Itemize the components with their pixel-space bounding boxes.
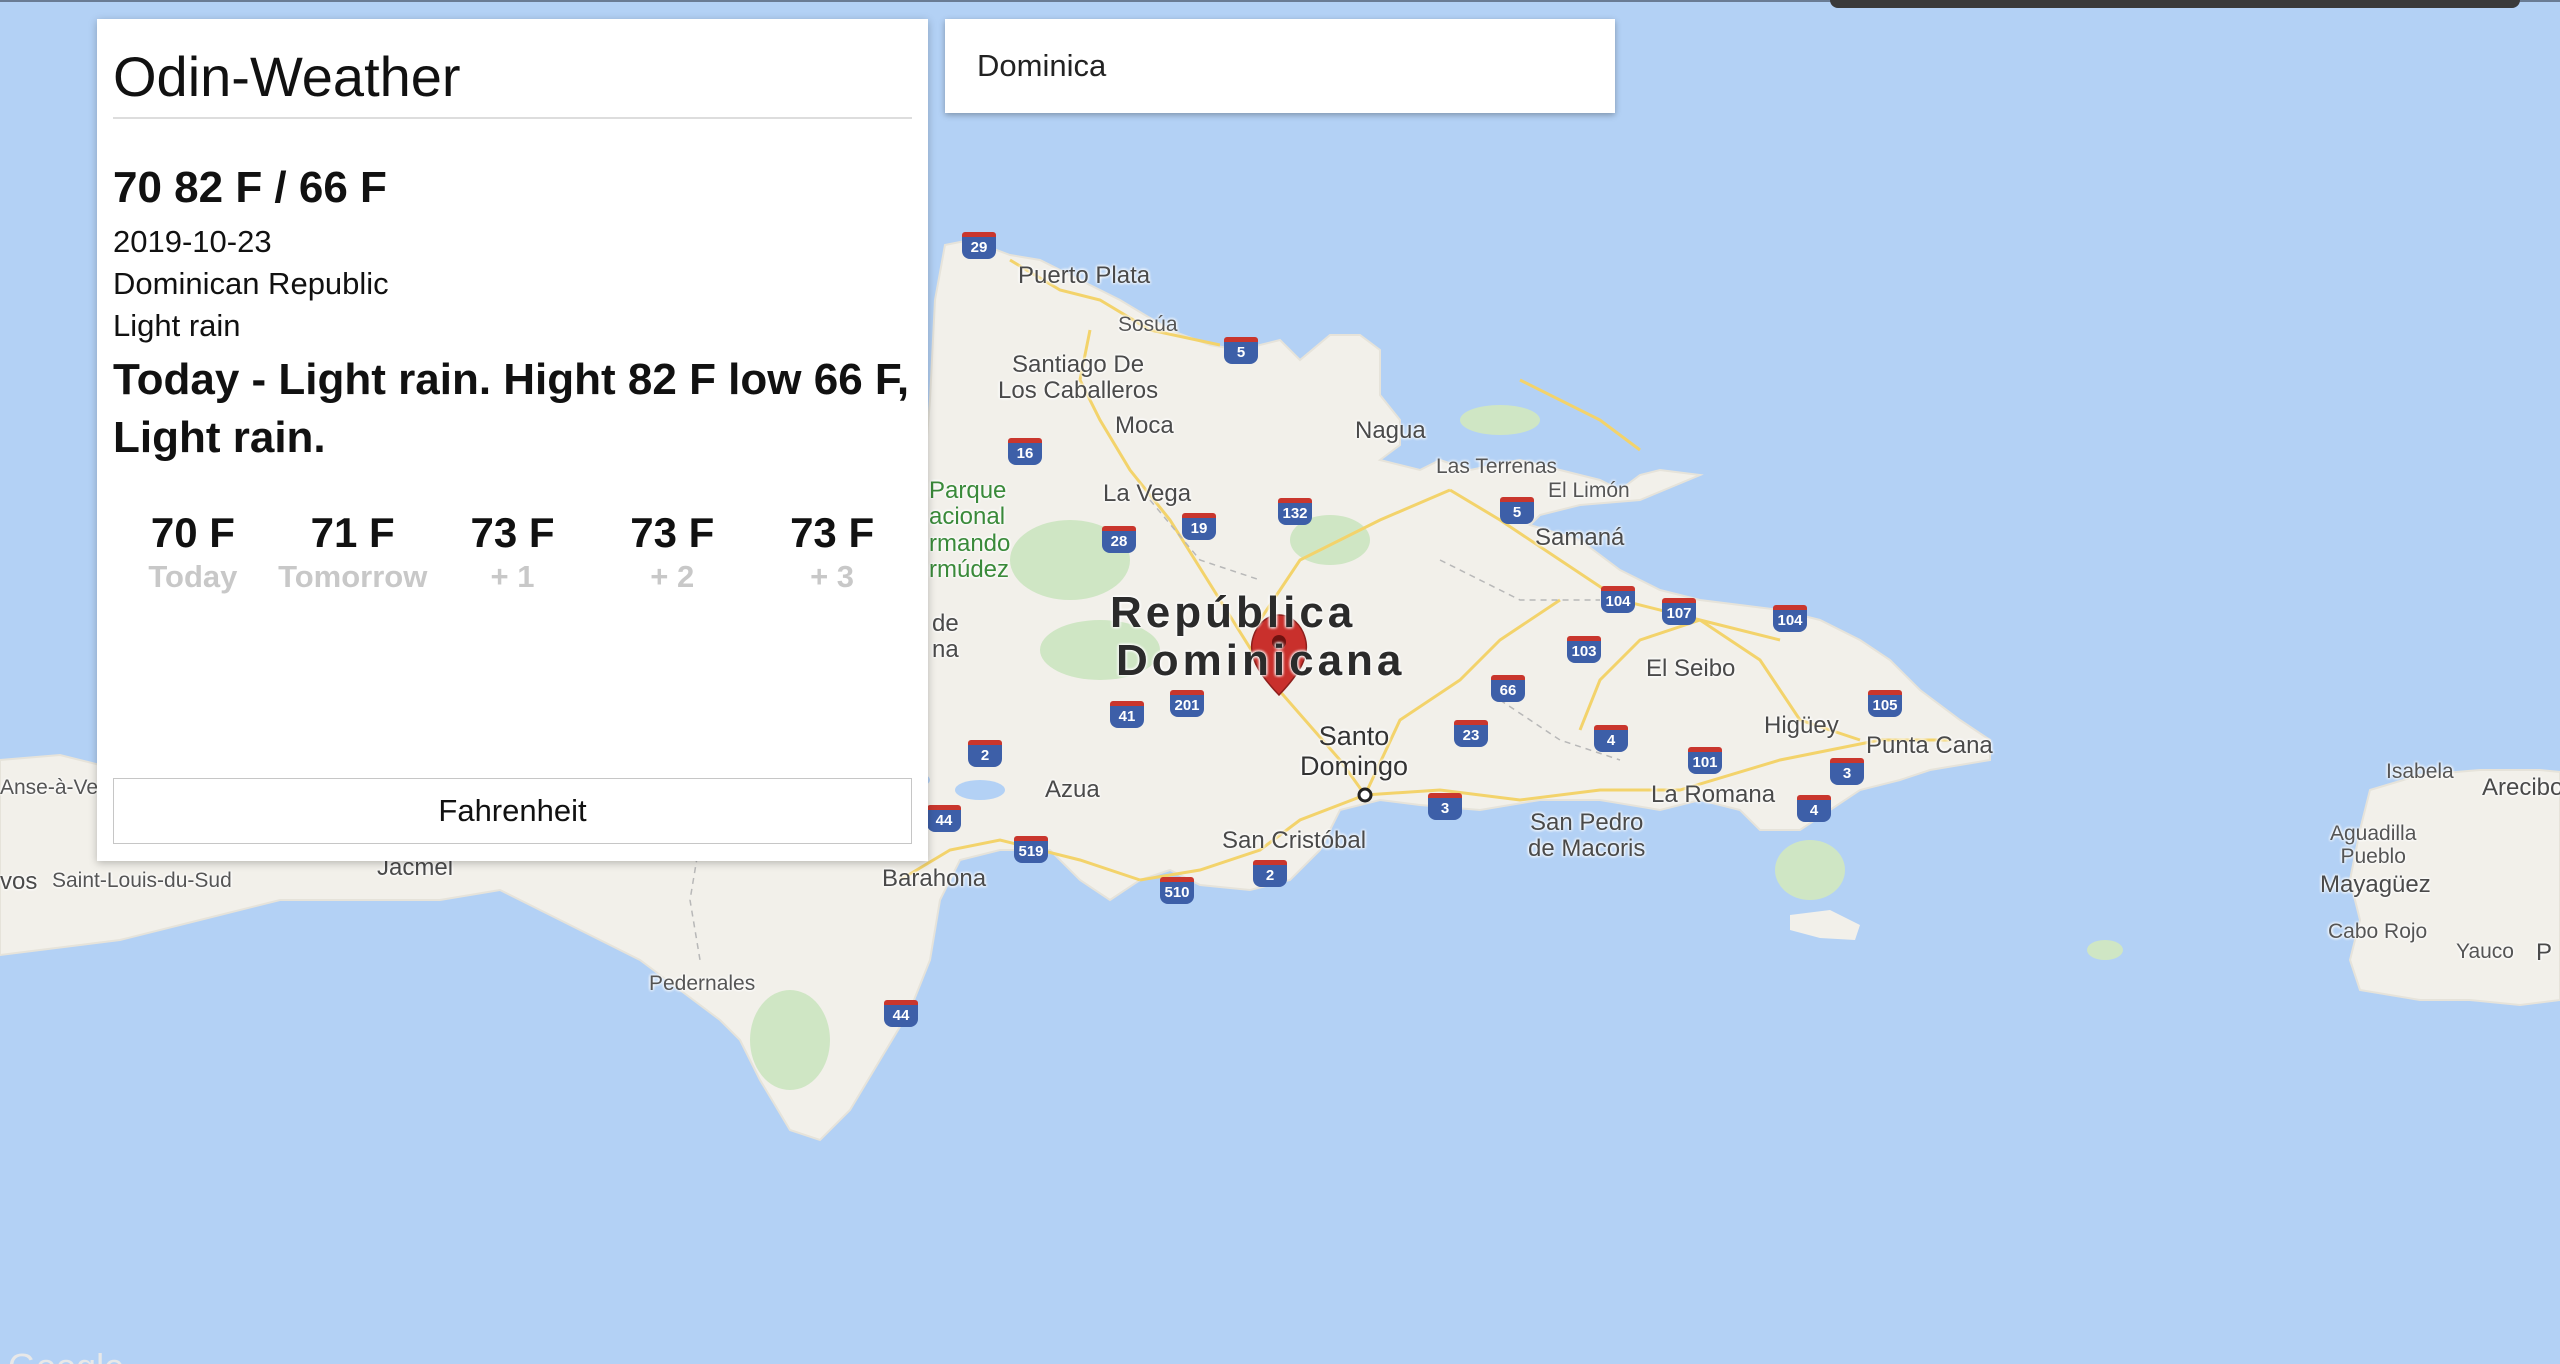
title-divider	[113, 117, 912, 120]
map-label-anse: Anse-à-Ve	[0, 776, 99, 799]
day-label: Today	[148, 559, 238, 595]
day-label: + 3	[810, 559, 855, 595]
highway-shield: 105	[1868, 690, 1902, 717]
forecast-day-tomorrow: 71 F Tomorrow	[273, 509, 433, 597]
map-label-country-line1: República	[1110, 588, 1357, 637]
forecast-day-plus-2: 73 F + 2	[592, 509, 752, 597]
search-box	[945, 19, 1615, 113]
map-label-arecibo: Arecibo	[2482, 774, 2560, 801]
park-area	[1775, 840, 1845, 900]
day-temperature: 71 F	[310, 509, 395, 557]
highway-shield: 2	[968, 740, 1002, 767]
map-label-el-limon: El Limón	[1548, 479, 1630, 502]
highway-shield: 2	[1253, 860, 1287, 887]
map-label-mayaguez: Mayagüez	[2320, 871, 2431, 898]
highway-shield: 3	[1830, 758, 1864, 785]
highway-shield: 66	[1491, 675, 1525, 702]
highway-shield: 29	[962, 232, 996, 259]
forecast-day-plus-3: 73 F + 3	[752, 509, 912, 597]
map-label-la-romana: La Romana	[1651, 781, 1776, 808]
highway-shield: 5	[1500, 497, 1534, 524]
unit-toggle-button[interactable]: Fahrenheit	[113, 778, 912, 844]
highway-shield: 104	[1773, 605, 1807, 632]
highway-shield: 201	[1170, 690, 1204, 717]
day-temperature: 73 F	[630, 509, 715, 557]
highway-shield: 41	[1110, 701, 1144, 728]
highway-shield: 23	[1454, 720, 1488, 747]
map-label-samana: Samaná	[1535, 524, 1625, 551]
search-input[interactable]	[945, 19, 1615, 113]
day-label: + 1	[490, 559, 535, 595]
map-label-yauco: Yauco	[2456, 940, 2514, 963]
park-area	[1460, 405, 1540, 435]
highway-shield: 19	[1182, 513, 1216, 540]
highway-shield: 104	[1601, 586, 1635, 613]
highway-shield: 101	[1688, 747, 1722, 774]
highway-shield: 16	[1008, 438, 1042, 465]
map-label-san-cristobal: San Cristóbal	[1222, 827, 1367, 854]
map-label-pedernales: Pedernales	[649, 972, 756, 995]
map-label-p: P	[2536, 939, 2553, 966]
capital-dot	[1357, 787, 1373, 803]
map-label-moca: Moca	[1115, 412, 1174, 439]
park-area	[750, 990, 830, 1090]
day-label: + 2	[650, 559, 695, 595]
highway-shield: 103	[1567, 636, 1601, 663]
highway-shield: 44	[927, 805, 961, 832]
lake	[955, 780, 1005, 800]
map-label-santiago: Santiago De Los Caballeros	[998, 351, 1159, 405]
google-attribution: Google	[8, 1346, 124, 1364]
highway-shield: 4	[1797, 795, 1831, 822]
map-label-la-vega: La Vega	[1103, 480, 1192, 507]
day-temperature: 70 F	[150, 509, 235, 557]
map-label-barahona: Barahona	[882, 865, 987, 892]
map-label-santo-domingo: Santo Domingo	[1300, 721, 1409, 781]
highway-shield: 4	[1594, 725, 1628, 752]
highway-shield: 519	[1014, 836, 1048, 863]
daily-forecast-row: 70 F Today 71 F Tomorrow 73 F + 1 73 F +…	[113, 509, 912, 597]
map-label-cabo-rojo: Cabo Rojo	[2328, 920, 2428, 943]
weather-condition: Light rain	[113, 308, 241, 344]
highway-shield: 107	[1662, 598, 1696, 625]
forecast-date: 2019-10-23	[113, 224, 272, 260]
day-temperature: 73 F	[790, 509, 875, 557]
forecast-day-plus-1: 73 F + 1	[433, 509, 593, 597]
app-root: Puerto Plata Sosúa Santiago De Los Cabal…	[0, 0, 2560, 1364]
map-label-vos: vos	[0, 868, 38, 895]
temperature-summary: 70 82 F / 66 F	[113, 163, 387, 213]
map-label-aguadilla: Aguadilla Pueblo	[2330, 822, 2417, 869]
highway-shield: 44	[884, 1000, 918, 1027]
forecast-description: Today - Light rain. Hight 82 F low 66 F,…	[113, 355, 910, 463]
day-label: Tomorrow	[278, 559, 428, 595]
map-label-azua: Azua	[1045, 776, 1100, 803]
map-label-saint-louis: Saint-Louis-du-Sud	[52, 869, 232, 892]
map-label-las-terrenas: Las Terrenas	[1436, 455, 1558, 478]
highway-shield: 28	[1102, 526, 1136, 553]
map-label-sosua: Sosúa	[1118, 313, 1178, 336]
map-label-parque: Parque acional rmando rmúdez	[929, 477, 1011, 584]
map-label-higuey: Higüey	[1764, 712, 1839, 739]
day-temperature: 73 F	[470, 509, 555, 557]
map-label-el-seibo: El Seibo	[1646, 655, 1736, 682]
highway-shield: 3	[1428, 793, 1462, 820]
map-label-country-line2: Dominicana	[1116, 636, 1406, 685]
map-label-puerto-plata: Puerto Plata	[1018, 262, 1151, 289]
map-label-nagua: Nagua	[1355, 417, 1426, 444]
park-area	[2087, 940, 2123, 960]
highway-shield: 510	[1160, 877, 1194, 904]
highway-shield: 132	[1278, 498, 1312, 525]
map-label-punta-cana: Punta Cana	[1866, 732, 1993, 759]
top-toolbar-edge	[1830, 0, 2520, 8]
map-label-de: de na	[932, 610, 959, 664]
map-label-isabela: Isabela	[2386, 760, 2454, 783]
weather-panel: Odin-Weather 70 82 F / 66 F 2019-10-23 D…	[97, 19, 928, 861]
highway-shield: 5	[1224, 337, 1258, 364]
app-title: Odin-Weather	[113, 45, 461, 108]
forecast-day-today: 70 F Today	[113, 509, 273, 597]
map-label-san-pedro: San Pedro de Macoris	[1528, 809, 1646, 863]
location-country: Dominican Republic	[113, 266, 389, 302]
